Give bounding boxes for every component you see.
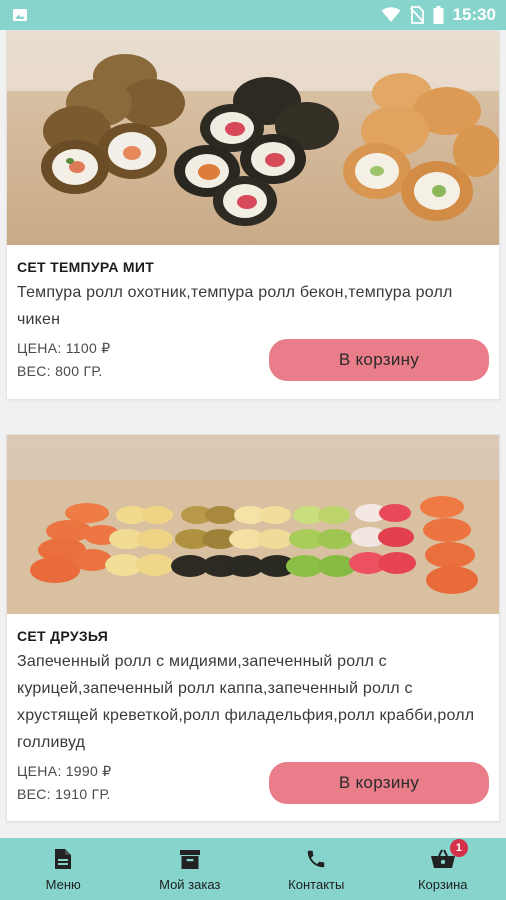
- nav-item-cart[interactable]: 1 Корзина: [380, 838, 506, 900]
- battery-icon: [433, 6, 444, 24]
- product-description: Запеченный ролл с мидиями,запеченный рол…: [17, 653, 475, 751]
- product-price: ЦЕНА: 1100 ₽: [17, 340, 111, 356]
- nav-item-menu[interactable]: Меню: [0, 838, 127, 900]
- nav-label: Корзина: [417, 876, 468, 892]
- wifi-icon: [381, 7, 401, 23]
- basket-icon: 1: [430, 838, 468, 871]
- add-to-cart-button[interactable]: В корзину: [269, 339, 489, 381]
- status-time: 15:30: [452, 5, 496, 24]
- nav-label: Меню: [45, 876, 81, 892]
- archive-icon: [179, 847, 201, 871]
- product-weight: ВЕС: 800 ГР.: [17, 363, 103, 379]
- product-list[interactable]: СЕТ ТЕМПУРА МИТ Темпура ролл охотник,тем…: [0, 30, 506, 838]
- product-card: СЕТ ТЕМПУРА МИТ Темпура ролл охотник,тем…: [6, 30, 500, 400]
- product-price: ЦЕНА: 1990 ₽: [17, 763, 112, 779]
- cart-count-badge: 1: [449, 838, 468, 857]
- nav-item-my-order[interactable]: Мой заказ: [127, 838, 254, 900]
- product-description: Темпура ролл охотник,темпура ролл бекон,…: [17, 284, 453, 328]
- no-sim-icon: [409, 6, 424, 24]
- status-bar: 15:30: [0, 0, 506, 30]
- phone-icon: [305, 847, 327, 871]
- product-weight: ВЕС: 1910 ГР.: [17, 786, 111, 802]
- nav-label: Контакты: [288, 876, 345, 892]
- nav-item-contacts[interactable]: Контакты: [253, 838, 380, 900]
- image-icon: [12, 7, 28, 23]
- nav-label: Мой заказ: [159, 876, 221, 892]
- document-icon: [54, 847, 72, 871]
- product-image: [7, 31, 499, 245]
- product-card: СЕТ ДРУЗЬЯ Запеченный ролл с мидиями,зап…: [6, 434, 500, 822]
- product-title: СЕТ ДРУЗЬЯ: [17, 628, 109, 644]
- bottom-navigation: Меню Мой заказ Контакты 1 Корзина: [0, 838, 506, 900]
- product-image: [7, 435, 499, 614]
- product-title: СЕТ ТЕМПУРА МИТ: [17, 259, 155, 275]
- add-to-cart-button[interactable]: В корзину: [269, 762, 489, 804]
